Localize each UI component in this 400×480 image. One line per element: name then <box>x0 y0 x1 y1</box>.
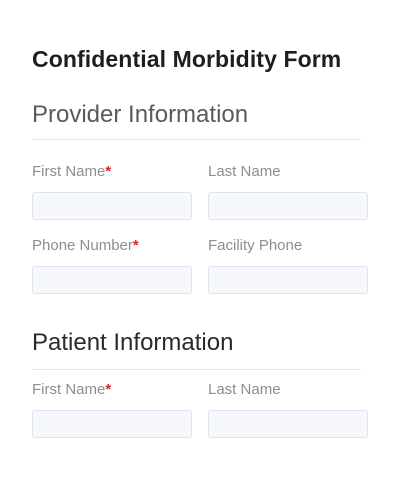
provider-last-name-input[interactable] <box>208 192 368 220</box>
required-asterisk: * <box>105 163 112 180</box>
morbidity-form-page: Confidential Morbidity Form Provider Inf… <box>0 0 400 480</box>
patient-section-divider <box>32 369 361 370</box>
provider-facility-phone-input[interactable] <box>208 266 368 294</box>
provider-first-name-input[interactable] <box>32 192 192 220</box>
patient-first-name-field: First Name* <box>32 381 192 438</box>
provider-first-name-label: First Name* <box>32 163 192 181</box>
provider-last-name-field: Last Name <box>208 163 368 220</box>
patient-section-title: Patient Information <box>32 329 234 356</box>
provider-phone-number-input[interactable] <box>32 266 192 294</box>
patient-last-name-field: Last Name <box>208 381 368 438</box>
patient-first-name-input[interactable] <box>32 410 192 438</box>
required-asterisk: * <box>132 237 139 254</box>
provider-first-name-label-text: First Name <box>32 163 106 180</box>
patient-last-name-input[interactable] <box>208 410 368 438</box>
patient-first-name-label-text: First Name <box>32 381 106 398</box>
patient-last-name-label: Last Name <box>208 381 281 398</box>
provider-section-divider <box>32 139 361 140</box>
provider-phone-number-label: Phone Number* <box>32 237 192 255</box>
provider-facility-phone-label: Facility Phone <box>208 237 303 254</box>
required-asterisk: * <box>105 381 112 398</box>
patient-first-name-label: First Name* <box>32 381 192 399</box>
provider-last-name-label: Last Name <box>208 163 281 180</box>
provider-section-title: Provider Information <box>32 101 249 128</box>
provider-phone-number-field: Phone Number* <box>32 237 192 294</box>
provider-phone-number-label-text: Phone Number <box>32 237 133 254</box>
form-title: Confidential Morbidity Form <box>32 46 342 72</box>
provider-first-name-field: First Name* <box>32 163 192 220</box>
provider-facility-phone-field: Facility Phone <box>208 237 368 294</box>
